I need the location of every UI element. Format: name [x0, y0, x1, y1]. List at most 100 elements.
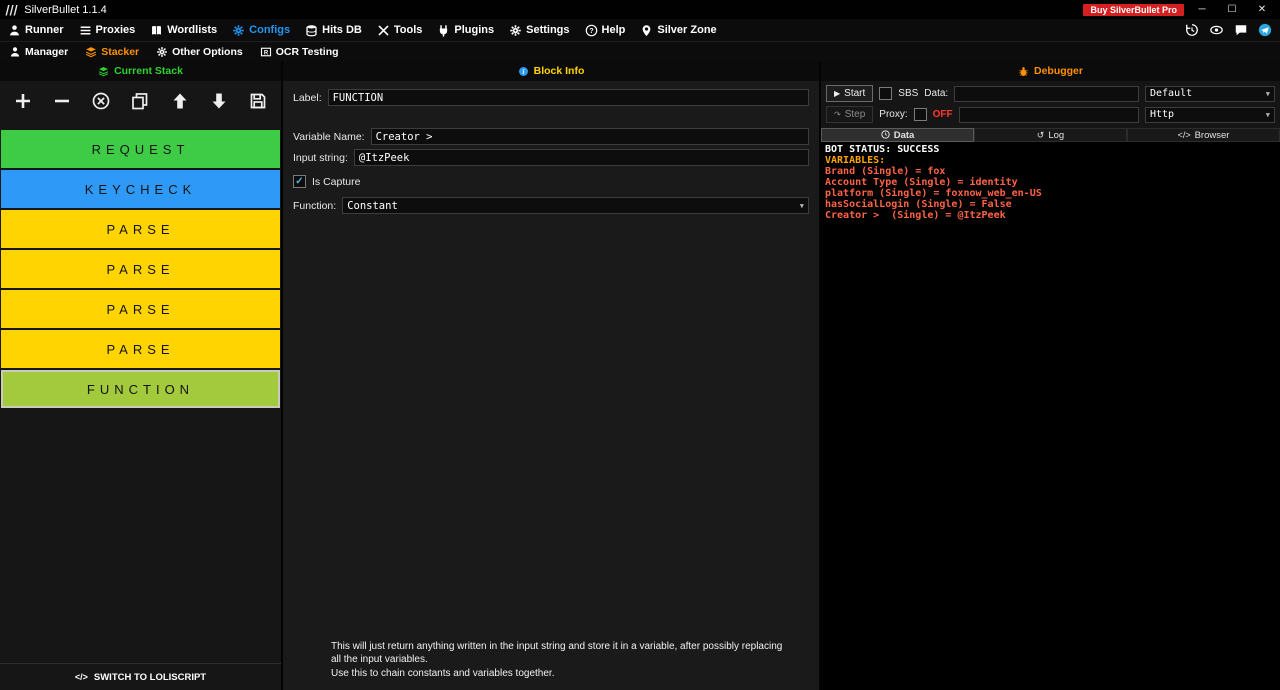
stack-block-request[interactable]: REQUEST — [1, 130, 280, 168]
data-label: Data: — [924, 88, 949, 99]
history-icon: ↺ — [1036, 129, 1045, 140]
remove-block-button[interactable] — [52, 91, 72, 111]
svg-text:?: ? — [589, 25, 594, 34]
stacker-icon — [85, 46, 97, 58]
move-down-button[interactable] — [209, 91, 229, 111]
stack-block-keycheck[interactable]: KEYCHECK — [1, 170, 280, 208]
tab-browser[interactable]: </> Browser — [1127, 128, 1280, 142]
chat-icon[interactable] — [1234, 23, 1248, 37]
proxy-off-status: OFF — [932, 109, 953, 120]
tab-data[interactable]: Data — [821, 128, 974, 142]
submenu-ocr-testing[interactable]: R OCR Testing — [260, 46, 339, 58]
stack-block-parse-1[interactable]: PARSE — [1, 210, 280, 248]
stack-panel-header: Current Stack — [0, 61, 281, 81]
start-button[interactable]: ▶ Start — [826, 85, 874, 102]
debugger-controls-row-1: ▶ Start SBS Data: Default ▼ — [826, 85, 1275, 102]
eye-icon[interactable] — [1209, 23, 1224, 37]
input-string-label: Input string: — [293, 151, 348, 164]
step-icon: ↷ — [834, 110, 841, 119]
hits-db-icon — [305, 24, 318, 37]
save-config-button[interactable] — [248, 91, 268, 111]
chevron-down-icon: ▼ — [799, 201, 804, 210]
other-options-icon — [156, 46, 168, 58]
debugger-controls-row-2: ↷ Step Proxy: OFF Http ▼ — [826, 106, 1275, 123]
debugger-header: Debugger — [821, 61, 1280, 81]
is-capture-checkbox[interactable]: ✓ — [293, 175, 306, 188]
menu-silver-zone[interactable]: Silver Zone — [640, 24, 717, 37]
wordlist-type-dropdown[interactable]: Default ▼ — [1145, 85, 1275, 102]
log-line: Creator > (Single) = @ItzPeek — [825, 210, 1006, 221]
buy-pro-button[interactable]: Buy SilverBullet Pro — [1083, 3, 1184, 16]
tab-log[interactable]: ↺ Log — [974, 128, 1127, 142]
titlebar: ||| SilverBullet 1.1.4 Buy SilverBullet … — [0, 0, 1280, 19]
configs-icon — [232, 24, 245, 37]
step-button[interactable]: ↷ Step — [826, 106, 874, 123]
stack-panel: Current Stack REQUEST KEYCHECK PARSE PAR… — [0, 61, 283, 690]
wordlists-icon — [150, 24, 163, 37]
log-line: hasSocialLogin (Single) = False — [825, 199, 1012, 210]
menu-help[interactable]: ? Help — [585, 24, 625, 37]
stack-block-parse-2[interactable]: PARSE — [1, 250, 280, 288]
manager-icon — [9, 46, 21, 58]
close-button[interactable]: ✕ — [1250, 4, 1274, 15]
chevron-down-icon: ▼ — [1265, 89, 1270, 98]
data-input[interactable] — [954, 85, 1139, 102]
silver-zone-icon — [640, 24, 653, 37]
maximize-button[interactable]: ☐ — [1220, 4, 1244, 15]
proxy-checkbox[interactable] — [913, 108, 927, 121]
code-icon: </> — [1177, 130, 1191, 140]
window-title: SilverBullet 1.1.4 — [24, 3, 107, 16]
stack-block-parse-4[interactable]: PARSE — [1, 330, 280, 368]
stack-toolbar — [0, 81, 281, 121]
label-field-label: Label: — [293, 91, 322, 104]
menu-runner[interactable]: Runner — [8, 24, 64, 37]
bug-icon — [1018, 66, 1029, 77]
function-dropdown[interactable]: Constant ▼ — [342, 197, 809, 214]
clear-stack-button[interactable] — [91, 91, 111, 111]
svg-text:R: R — [264, 50, 269, 56]
content: Current Stack REQUEST KEYCHECK PARSE PAR… — [0, 61, 1280, 690]
proxy-type-dropdown[interactable]: Http ▼ — [1145, 106, 1275, 123]
code-icon: </> — [74, 672, 88, 682]
telegram-icon[interactable] — [1258, 23, 1272, 37]
label-input[interactable] — [327, 89, 809, 106]
menu-proxies[interactable]: Proxies — [79, 24, 135, 37]
menu-tools[interactable]: Tools — [377, 24, 422, 37]
debugger-log-output: BOT STATUS: SUCCESS VARIABLES: Brand (Si… — [821, 142, 1280, 690]
block-info-header: i Block Info — [283, 61, 819, 81]
is-capture-label: Is Capture — [312, 175, 361, 188]
stack-block-function[interactable]: FUNCTION — [1, 370, 280, 408]
menu-settings[interactable]: Settings — [509, 24, 570, 37]
clone-block-button[interactable] — [130, 91, 150, 111]
menu-hits-db[interactable]: Hits DB — [305, 24, 362, 37]
stack-block-parse-3[interactable]: PARSE — [1, 290, 280, 328]
debugger-panel: Debugger ▶ Start SBS Data: Default ▼ ↷ S… — [821, 61, 1280, 690]
clock-icon — [881, 129, 890, 141]
minimize-button[interactable]: ─ — [1190, 4, 1214, 15]
current-stack-icon — [98, 66, 109, 77]
stack-blocks: REQUEST KEYCHECK PARSE PARSE PARSE PARSE… — [0, 130, 281, 663]
variable-name-label: Variable Name: — [293, 130, 365, 143]
log-line: VARIABLES: — [825, 155, 886, 166]
menu-configs[interactable]: Configs — [232, 24, 290, 37]
switch-to-loliscript-button[interactable]: </> SWITCH TO LOLISCRIPT — [0, 663, 281, 690]
debugger-tabs: Data ↺ Log </> Browser — [821, 128, 1280, 142]
input-string-input[interactable] — [353, 149, 809, 166]
proxy-input[interactable] — [958, 106, 1139, 123]
ocr-testing-icon: R — [260, 46, 272, 58]
main-menu: Runner Proxies Wordlists Configs Hits DB… — [0, 19, 1280, 41]
submenu-stacker[interactable]: Stacker — [85, 46, 139, 58]
menu-wordlists[interactable]: Wordlists — [150, 24, 217, 37]
function-label: Function: — [293, 199, 337, 212]
app-window: ||| SilverBullet 1.1.4 Buy SilverBullet … — [0, 0, 1280, 690]
add-block-button[interactable] — [13, 91, 33, 111]
submenu-manager[interactable]: Manager — [9, 46, 68, 58]
variable-name-input[interactable] — [370, 128, 809, 145]
log-line: platform (Single) = foxnow_web_en-US — [825, 188, 1042, 199]
sbs-checkbox[interactable] — [879, 87, 893, 100]
svg-text:i: i — [522, 68, 524, 75]
submenu-other-options[interactable]: Other Options — [156, 46, 243, 58]
move-up-button[interactable] — [170, 91, 190, 111]
menu-plugins[interactable]: Plugins — [437, 24, 494, 37]
history-icon[interactable] — [1185, 23, 1199, 37]
